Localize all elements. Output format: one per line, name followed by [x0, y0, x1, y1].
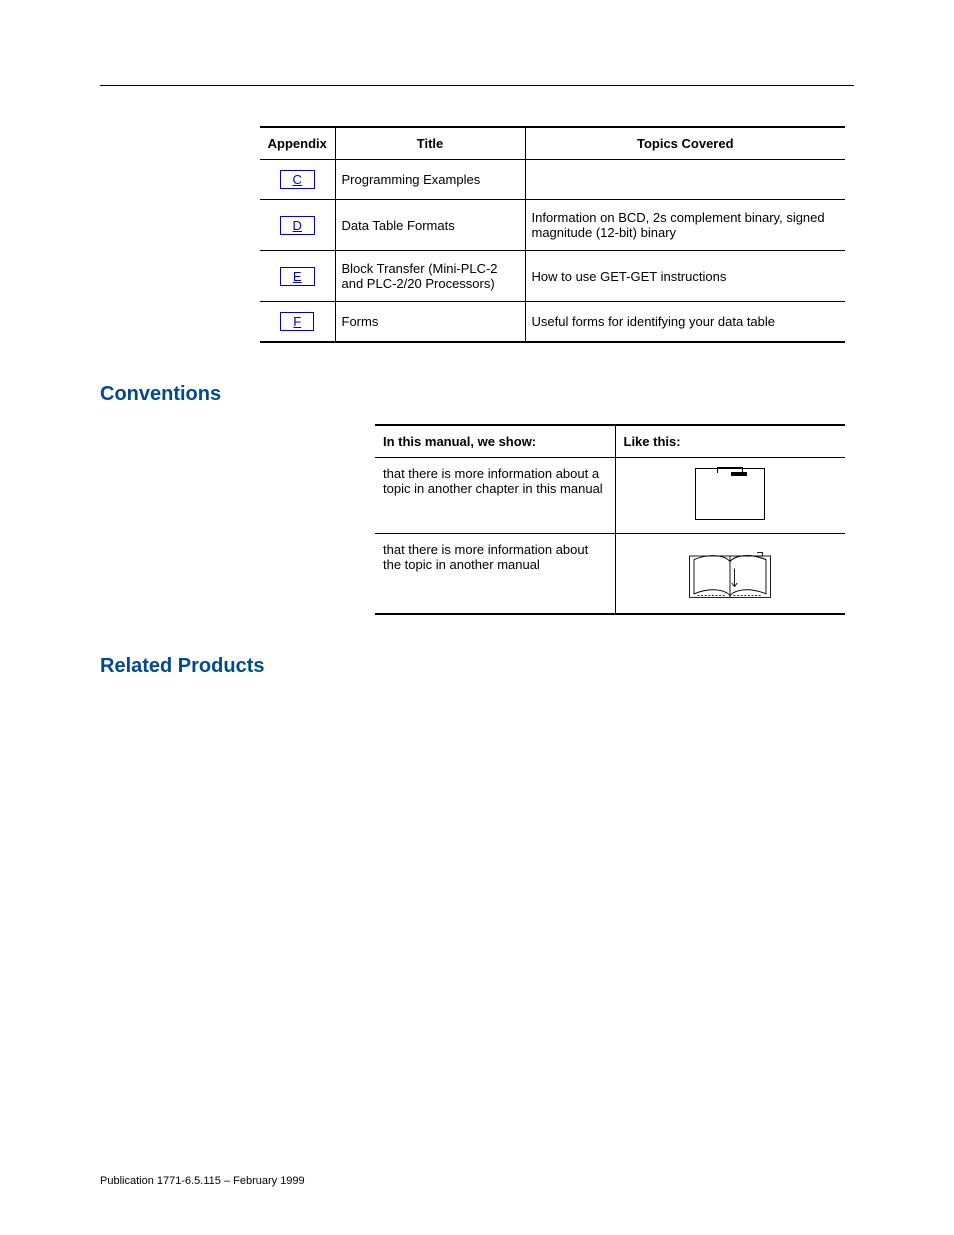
conventions-icon-cell [615, 458, 845, 534]
appendix-header-title: Title [335, 127, 525, 160]
appendix-topics-cell: How to use GET-GET instructions [525, 251, 845, 302]
book-icon [685, 546, 775, 602]
appendix-title-cell: Forms [335, 302, 525, 343]
conventions-header-show: In this manual, we show: [375, 425, 615, 458]
conventions-text-cell: that there is more information about a t… [375, 458, 615, 534]
conventions-heading: Conventions [100, 383, 854, 406]
appendix-header-topics: Topics Covered [525, 127, 845, 160]
appendix-topics-cell: Useful forms for identifying your data t… [525, 302, 845, 343]
appendix-topics-cell [525, 160, 845, 200]
conventions-icon-cell [615, 534, 845, 615]
appendix-title-cell: Data Table Formats [335, 200, 525, 251]
conventions-text-cell: that there is more information about the… [375, 534, 615, 615]
appendix-title-cell: Block Transfer (Mini-PLC-2 and PLC-2/20 … [335, 251, 525, 302]
table-row: D Data Table Formats Information on BCD,… [260, 200, 845, 251]
top-rule [100, 85, 854, 86]
publication-footer: Publication 1771-6.5.115 – February 1999 [100, 1175, 305, 1187]
table-row: that there is more information about a t… [375, 458, 845, 534]
appendix-link-c[interactable]: C [280, 170, 315, 189]
related-products-heading: Related Products [100, 655, 854, 678]
page-icon [695, 468, 765, 520]
appendix-topics-cell: Information on BCD, 2s complement binary… [525, 200, 845, 251]
conventions-table: In this manual, we show: Like this: that… [375, 424, 845, 615]
table-row: C Programming Examples [260, 160, 845, 200]
table-row: F Forms Useful forms for identifying you… [260, 302, 845, 343]
table-row: E Block Transfer (Mini-PLC-2 and PLC-2/2… [260, 251, 845, 302]
conventions-header-like: Like this: [615, 425, 845, 458]
appendix-header-appendix: Appendix [260, 127, 335, 160]
table-row: that there is more information about the… [375, 534, 845, 615]
appendix-title-cell: Programming Examples [335, 160, 525, 200]
appendix-link-d[interactable]: D [280, 216, 315, 235]
appendix-link-e[interactable]: E [280, 267, 315, 286]
appendix-link-f[interactable]: F [280, 312, 314, 331]
appendix-table: Appendix Title Topics Covered C Programm… [260, 126, 845, 343]
